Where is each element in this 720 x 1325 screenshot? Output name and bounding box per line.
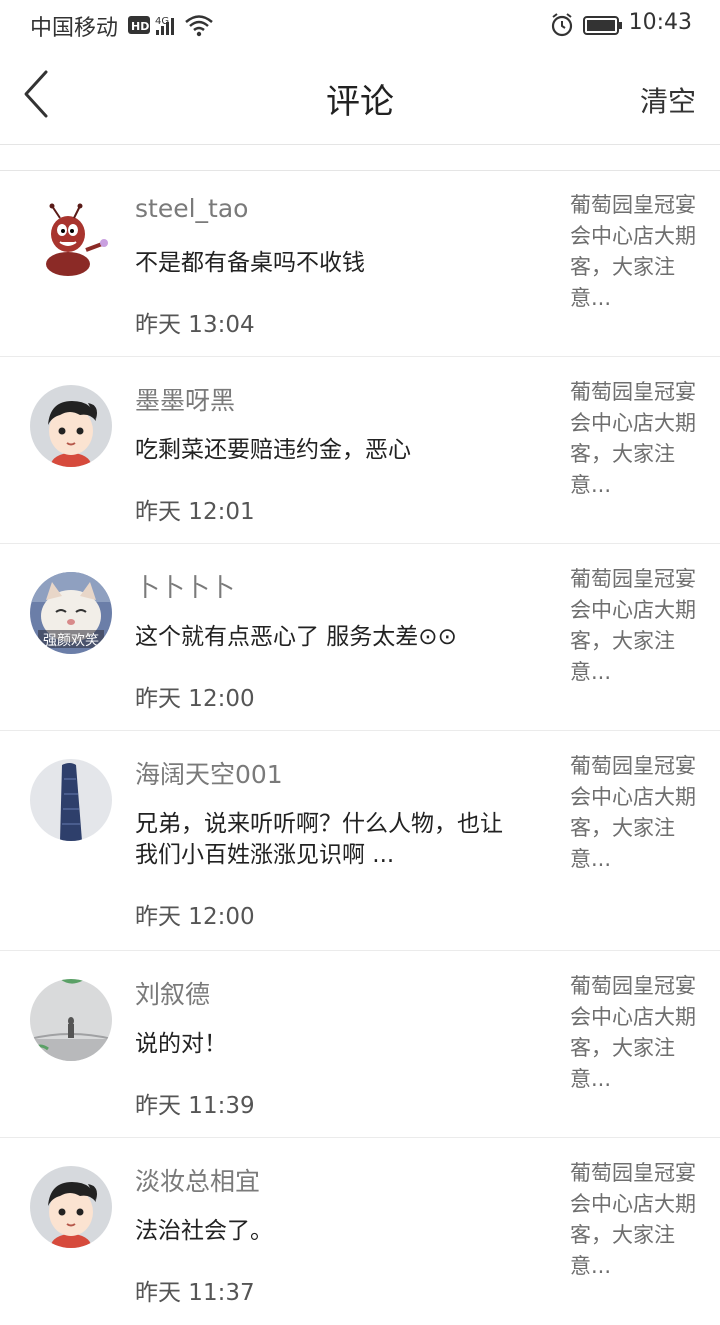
comment-username[interactable]: 海阔天空001 (135, 755, 283, 791)
clock-time: 10:43 (628, 10, 692, 35)
comment-time: 昨天 11:37 (135, 1280, 255, 1306)
cartoon-boy-avatar-icon (30, 385, 112, 467)
comment-item[interactable]: 淡妆总相宜 法治社会了。 昨天 11:37 葡萄园皇冠宴会中心店大期客，大家注意… (0, 1138, 720, 1325)
avatar-caption: 强颜欢笑 (43, 633, 99, 649)
comment-time: 昨天 13:04 (135, 312, 255, 338)
comment-list: steel_tao 不是都有备桌吗不收钱 昨天 13:04 葡萄园皇冠宴会中心店… (0, 170, 720, 1325)
comment-reference[interactable]: 葡萄园皇冠宴会中心店大期客，大家注意... (570, 377, 700, 501)
comment-item[interactable]: steel_tao 不是都有备桌吗不收钱 昨天 13:04 葡萄园皇冠宴会中心店… (0, 170, 720, 357)
status-icons-right (551, 13, 622, 37)
comment-text: 兄弟，说来听听啊？什么人物，也让我们小百姓涨涨见识啊 ... (135, 811, 503, 868)
ant-cartoon-avatar-icon (30, 198, 112, 280)
comment-reference[interactable]: 葡萄园皇冠宴会中心店大期客，大家注意... (570, 190, 700, 314)
comment-text: 法治社会了。 (135, 1218, 273, 1244)
comment-username[interactable]: 墨墨呀黑 (135, 381, 235, 417)
comment-text: 不是都有备桌吗不收钱 (135, 250, 365, 276)
comment-reference[interactable]: 葡萄园皇冠宴会中心店大期客，大家注意... (570, 751, 700, 875)
tower-avatar-icon (30, 759, 112, 841)
landscape-avatar-icon (30, 979, 112, 1061)
avatar[interactable]: 强颜欢笑 (30, 572, 112, 654)
nav-bar: 评论 清空 (0, 50, 720, 145)
comment-username[interactable]: 卜卜卜卜 (135, 568, 235, 604)
avatar[interactable] (30, 759, 112, 841)
comment-text: 说的对！ (135, 1031, 227, 1057)
comment-username[interactable]: 淡妆总相宜 (135, 1162, 260, 1198)
avatar[interactable] (30, 385, 112, 467)
comment-time: 昨天 12:01 (135, 499, 255, 525)
comment-time: 昨天 12:00 (135, 686, 255, 712)
comment-reference[interactable]: 葡萄园皇冠宴会中心店大期客，大家注意... (570, 971, 700, 1095)
carrier-name: 中国移动 (30, 16, 119, 41)
avatar[interactable] (30, 198, 112, 280)
clear-button[interactable]: 清空 (640, 80, 696, 120)
status-bar: 中国移动 HD 4G 10:43 (0, 0, 720, 50)
comment-time: 昨天 11:39 (135, 1093, 255, 1119)
svg-text:HD: HD (131, 20, 149, 33)
comment-text: 吃剩菜还要赔违约金，恶心 (135, 437, 411, 463)
avatar[interactable] (30, 1166, 112, 1248)
comment-reference[interactable]: 葡萄园皇冠宴会中心店大期客，大家注意... (570, 1158, 700, 1282)
comment-item[interactable]: 墨墨呀黑 吃剩菜还要赔违约金，恶心 昨天 12:01 葡萄园皇冠宴会中心店大期客… (0, 357, 720, 544)
cartoon-boy-avatar-icon (30, 1166, 112, 1248)
comment-reference[interactable]: 葡萄园皇冠宴会中心店大期客，大家注意... (570, 564, 700, 688)
comment-item[interactable]: 强颜欢笑 卜卜卜卜 这个就有点恶心了 服务太差⊙⊙ 昨天 12:00 葡萄园皇冠… (0, 544, 720, 731)
comment-time: 昨天 12:00 (135, 904, 255, 930)
comment-item[interactable]: 海阔天空001 兄弟，说来听听啊？什么人物，也让我们小百姓涨涨见识啊 ... 昨… (0, 731, 720, 951)
page-title: 评论 (326, 82, 394, 122)
comment-item[interactable]: 刘叙德 说的对！ 昨天 11:39 葡萄园皇冠宴会中心店大期客，大家注意... (0, 951, 720, 1138)
list-top-divider (0, 145, 720, 171)
comment-text: 这个就有点恶心了 服务太差⊙⊙ (135, 624, 457, 650)
comment-username[interactable]: steel_tao (135, 194, 248, 223)
avatar[interactable] (30, 979, 112, 1061)
signal-icons: HD 4G (128, 15, 213, 37)
comment-username[interactable]: 刘叙德 (135, 975, 210, 1011)
